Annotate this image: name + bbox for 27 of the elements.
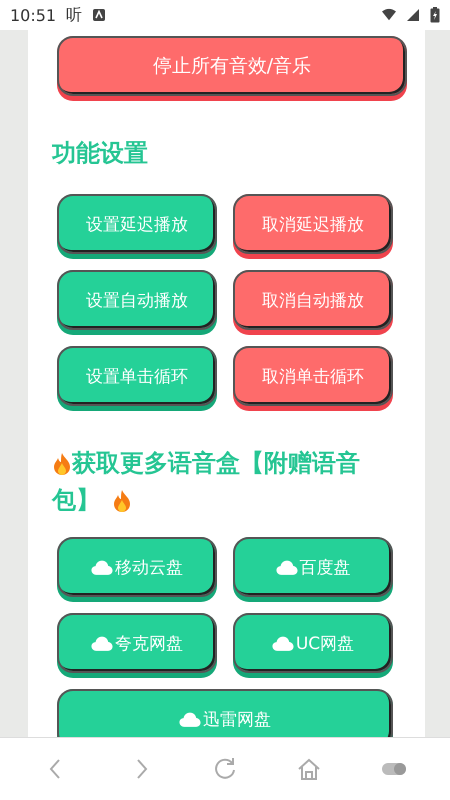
section-title: 包】 <box>52 485 100 516</box>
notification-icon: 听 <box>66 4 82 26</box>
section-title: 获取更多语音盒【附赠语音 <box>72 448 360 479</box>
action-button[interactable]: 设置延迟播放 <box>57 194 217 254</box>
action-button[interactable]: 取消自动播放 <box>233 270 393 330</box>
cloud-icon <box>179 712 201 726</box>
link-button[interactable]: 夸克网盘 <box>57 613 217 673</box>
action-button[interactable]: 设置单击循环 <box>57 346 217 406</box>
cloud-icon <box>276 560 298 574</box>
wifi-icon <box>382 8 396 22</box>
cloud-icon <box>91 560 113 574</box>
link-button[interactable]: UC网盘 <box>233 613 393 673</box>
cloud-icon <box>272 636 294 650</box>
action-button[interactable]: 取消延迟播放 <box>233 194 393 254</box>
action-button[interactable]: 取消单击循环 <box>233 346 393 406</box>
link-button[interactable]: 移动云盘 <box>57 537 217 597</box>
signal-icon <box>406 8 420 22</box>
link-button[interactable]: 迅雷网盘 <box>57 689 393 737</box>
clock: 10:51 <box>10 6 56 24</box>
battery-icon <box>430 7 440 23</box>
action-button[interactable]: 设置自动播放 <box>57 270 217 330</box>
action-button[interactable]: 停止所有音效/音乐 <box>57 36 407 96</box>
cloud-icon <box>91 636 113 650</box>
link-button[interactable]: 百度盘 <box>233 537 393 597</box>
fire-icon <box>112 488 132 512</box>
section-title: 功能设置 <box>52 138 149 169</box>
fire-icon <box>52 452 72 476</box>
